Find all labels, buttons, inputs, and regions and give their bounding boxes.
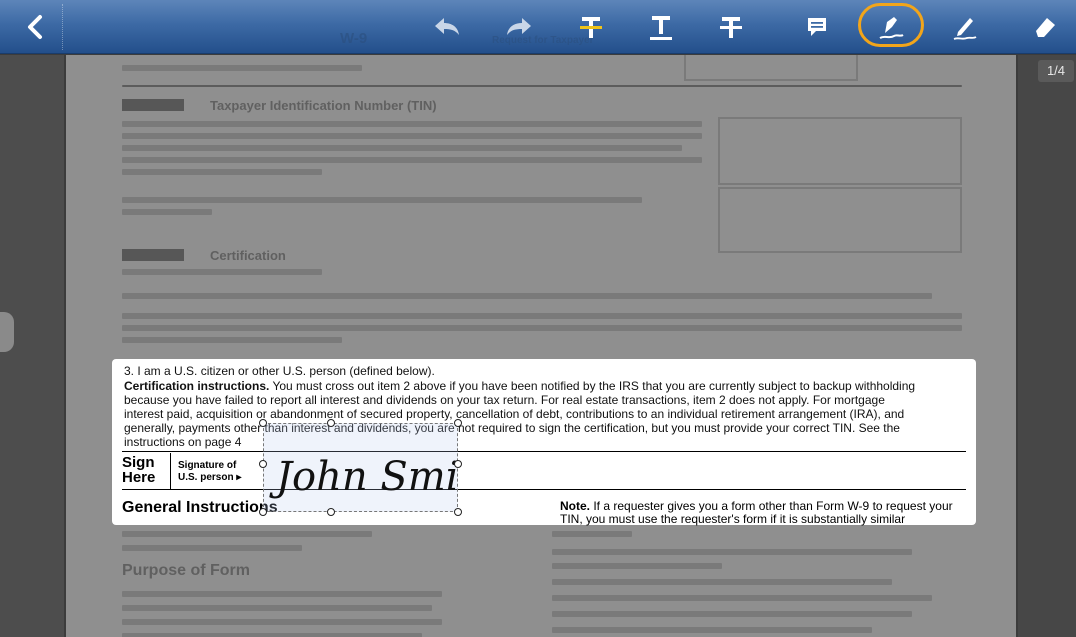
signature-annotation-box[interactable]: John Smith [263, 423, 458, 512]
page-indicator: 1/4 [1038, 60, 1074, 82]
note-text: If a requester gives you a form other th… [560, 499, 953, 526]
document-page[interactable]: Taxpayer Identification Number (TIN) Cer… [66, 55, 1016, 637]
part2-tag [122, 249, 184, 261]
cert-instructions-line4: generally, payments other than interest … [124, 421, 900, 435]
handwritten-signature: John Smith [269, 454, 457, 500]
highlight-text-button[interactable] [570, 6, 612, 48]
resize-handle-top-left[interactable] [259, 419, 267, 427]
svg-text:John Smith: John Smith [269, 454, 457, 500]
item-3-text: 3. I am a U.S. citizen or other U.S. per… [124, 364, 435, 378]
sign-rule-bottom [122, 489, 966, 490]
annotation-toolbar: W-9 Request for Taxpayer [0, 0, 1076, 54]
purpose-heading: Purpose of Form [122, 562, 251, 579]
ein-box [718, 187, 962, 253]
underline-text-icon [650, 16, 672, 40]
certification-focus-panel[interactable]: 3. I am a U.S. citizen or other U.S. per… [112, 359, 976, 526]
resize-handle-bottom-left[interactable] [259, 508, 267, 516]
doc-title-blurred: W-9 [340, 30, 368, 47]
part2-title: Certification [210, 248, 286, 263]
add-comment-button[interactable] [796, 6, 838, 48]
undo-icon [435, 18, 459, 35]
resize-handle-bottom[interactable] [327, 508, 335, 516]
signature-tool-button[interactable] [870, 6, 912, 48]
part1-tag [122, 99, 184, 111]
note-paragraph: Note. If a requester gives you a form ot… [560, 500, 970, 526]
strikethrough-text-icon [580, 17, 602, 38]
signature-of-label: Signature of U.S. person ▸ [178, 460, 241, 484]
resize-handle-top-right[interactable] [454, 419, 462, 427]
cert-instructions-line1: Certification instructions. You must cro… [124, 379, 915, 393]
comment-icon [808, 18, 826, 36]
cert-instructions-line5: instructions on page 4 [124, 435, 242, 449]
cert-instructions-label: Certification instructions. [124, 379, 270, 393]
back-button[interactable] [14, 6, 56, 48]
sign-divider [170, 453, 171, 489]
resize-handle-bottom-right[interactable] [454, 508, 462, 516]
note-label: Note. [560, 499, 590, 513]
eraser-button[interactable] [1024, 6, 1066, 48]
underline-text-button[interactable] [640, 6, 682, 48]
side-panel-handle[interactable] [0, 312, 14, 352]
resize-handle-right[interactable] [454, 460, 462, 468]
sig-label-line1: Signature of [178, 460, 237, 471]
resize-handle-left[interactable] [259, 460, 267, 468]
undo-button[interactable] [426, 6, 468, 48]
strikeout-text-button[interactable] [710, 6, 752, 48]
cert-line1-text: You must cross out item 2 above if you h… [269, 379, 916, 393]
cert-instructions-line2: because you have failed to report all in… [124, 393, 885, 407]
toolbar-divider [62, 4, 63, 50]
signature-pen-icon [879, 17, 904, 39]
resize-handle-top[interactable] [327, 419, 335, 427]
freehand-pencil-icon [953, 18, 977, 40]
cert-instructions-line3: interest paid, acquisition or abandonmen… [124, 407, 905, 421]
redo-icon [507, 18, 531, 35]
strikeout-text-icon [720, 17, 742, 38]
blurred-field [684, 55, 858, 81]
sig-label-line2: U.S. person ▸ [178, 472, 242, 483]
general-instructions-heading: General Instructions [122, 499, 278, 516]
right-gutter [1018, 55, 1076, 637]
eraser-icon [1036, 18, 1055, 37]
part1-title: Taxpayer Identification Number (TIN) [210, 98, 437, 113]
back-arrow-icon [28, 15, 42, 39]
sign-rule-top [122, 451, 966, 452]
freehand-draw-button[interactable] [944, 6, 986, 48]
sign-here-label: Sign Here [122, 454, 156, 486]
ssn-box [718, 117, 962, 185]
redo-button[interactable] [498, 6, 540, 48]
